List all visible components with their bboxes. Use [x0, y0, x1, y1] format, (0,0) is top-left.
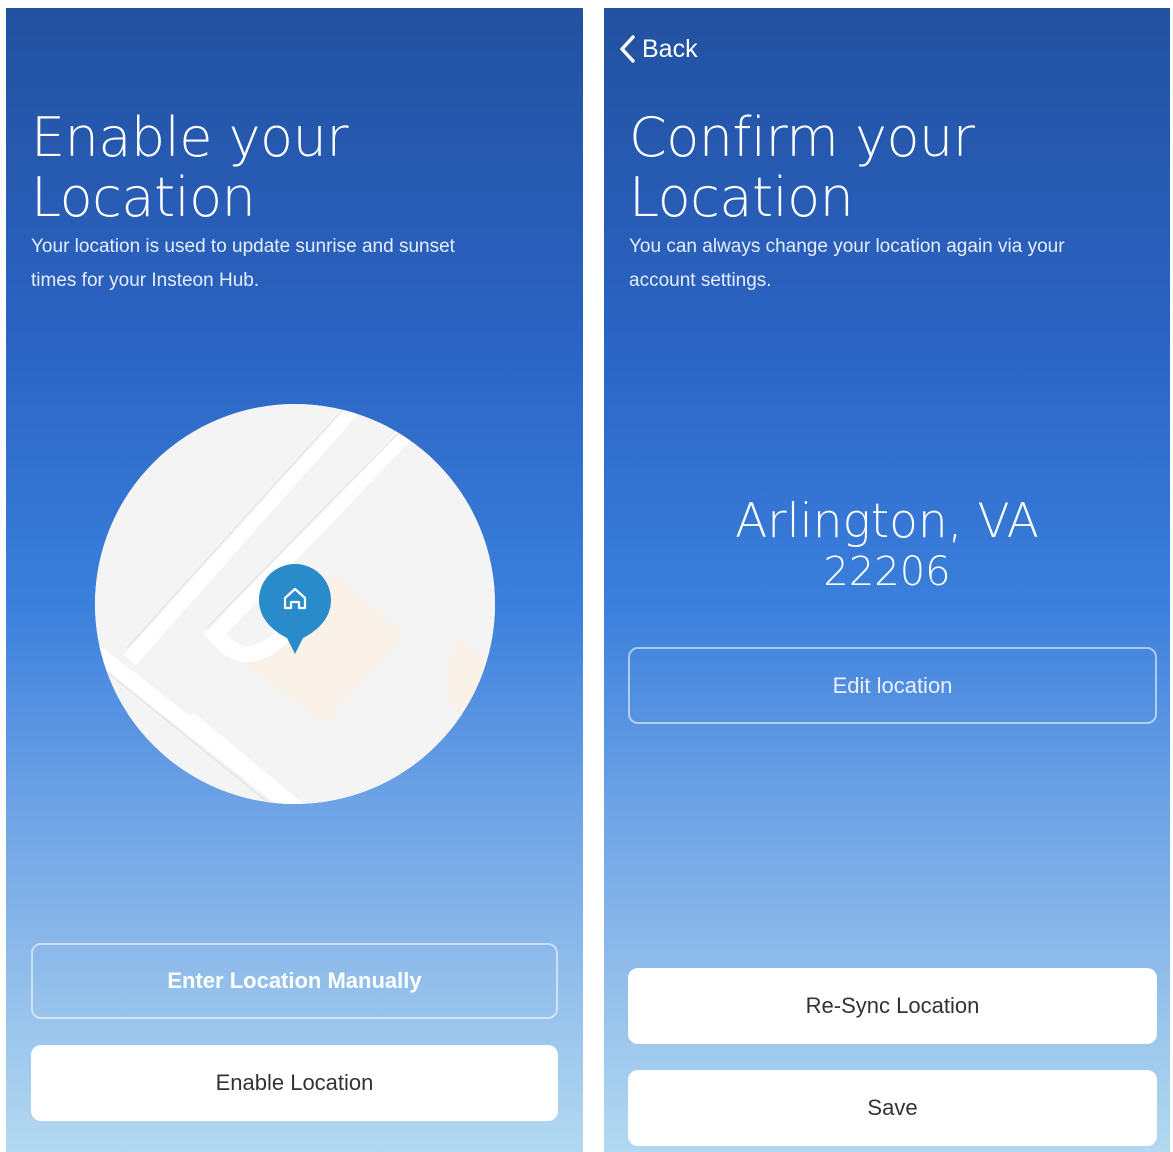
page-title: Confirm your Location — [629, 106, 975, 229]
enable-location-button[interactable]: Enable Location — [31, 1045, 558, 1121]
enter-location-manually-button[interactable]: Enter Location Manually — [31, 943, 558, 1019]
location-city: Arlington, VA — [735, 494, 1039, 549]
back-button[interactable]: Back — [618, 34, 698, 64]
confirm-location-screen: Back Confirm your Location You can alway… — [604, 8, 1170, 1152]
save-label: Save — [867, 1095, 918, 1120]
map-preview — [95, 404, 495, 804]
location-zip: 22206 — [823, 549, 951, 595]
chevron-left-icon — [620, 35, 635, 63]
save-button[interactable]: Save — [628, 1070, 1157, 1146]
home-pin-icon — [257, 562, 333, 661]
edit-location-label: Edit location — [832, 672, 953, 698]
enter-location-manually-label: Enter Location Manually — [167, 968, 422, 993]
edit-location-button[interactable]: Edit location — [628, 647, 1157, 724]
page-title: Enable your Location — [31, 106, 349, 229]
page-subtitle: You can always change your location agai… — [629, 236, 1065, 291]
enable-location-screen: Enable your Location Your location is us… — [6, 8, 583, 1152]
enable-location-label: Enable Location — [215, 1070, 374, 1095]
back-label: Back — [642, 34, 698, 63]
resync-location-button[interactable]: Re-Sync Location — [628, 968, 1157, 1044]
page-subtitle: Your location is used to update sunrise … — [31, 236, 455, 291]
resync-location-label: Re-Sync Location — [805, 993, 980, 1018]
